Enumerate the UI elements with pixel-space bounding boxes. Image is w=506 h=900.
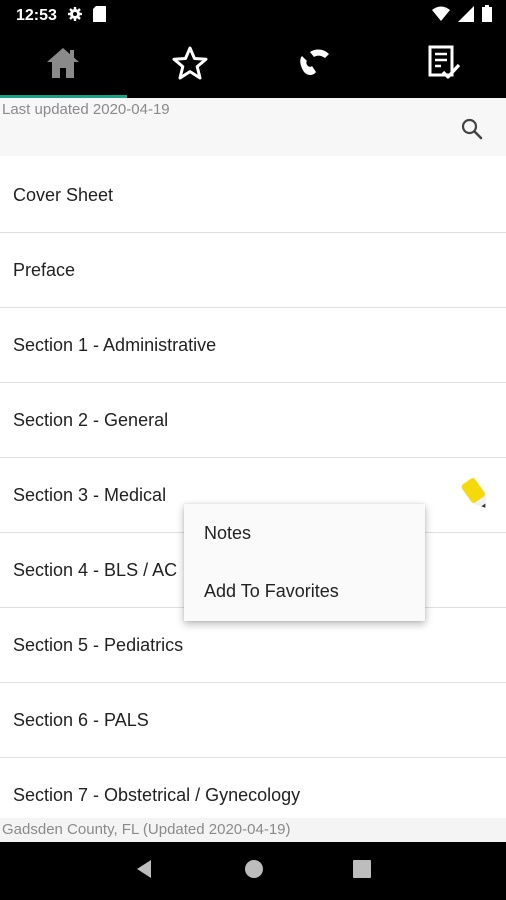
home-circle-icon[interactable] (244, 859, 264, 884)
tab-favorites[interactable] (127, 32, 254, 98)
list-item[interactable]: Cover Sheet (0, 158, 506, 233)
tab-checklist[interactable] (380, 32, 506, 98)
menu-item-label: Add To Favorites (204, 580, 339, 601)
recents-icon[interactable] (353, 859, 372, 883)
pencil-icon[interactable] (455, 474, 495, 517)
list-item-label: Section 6 - PALS (13, 709, 149, 730)
status-time: 12:53 (16, 7, 57, 24)
list-item-label: Cover Sheet (13, 184, 114, 205)
list-item-label: Section 4 - BLS / AC (13, 559, 178, 580)
wifi-icon (432, 6, 450, 26)
settings-gear-icon (67, 6, 83, 27)
cell-signal-icon (458, 5, 474, 27)
list-item[interactable]: Section 2 - General (0, 383, 506, 458)
search-button[interactable] (460, 117, 484, 146)
status-bar: 12:53 (0, 0, 506, 32)
list-item-label: Section 7 - Obstetrical / Gynecology (13, 784, 301, 805)
tab-bar (0, 32, 506, 98)
system-nav-bar (0, 842, 506, 900)
list-item-label: Section 3 - Medical (13, 484, 167, 505)
phone-icon (298, 46, 334, 85)
list-item[interactable]: Preface (0, 233, 506, 308)
context-menu: Notes Add To Favorites (184, 504, 425, 621)
menu-item-notes[interactable]: Notes (184, 504, 425, 562)
footer-updated-text: Gadsden County, FL (Updated 2020-04-19) (0, 818, 506, 842)
list-item[interactable]: Section 6 - PALS (0, 683, 506, 758)
list-item-label: Preface (13, 259, 76, 280)
star-icon (172, 46, 208, 85)
checklist-icon (425, 45, 461, 86)
subheader: Last updated 2020-04-19 (0, 98, 506, 156)
section-list: Cover Sheet Preface Section 1 - Administ… (0, 158, 506, 833)
battery-icon (482, 5, 492, 27)
list-item-label: Section 1 - Administrative (13, 334, 217, 355)
list-item[interactable]: Section 1 - Administrative (0, 308, 506, 383)
sd-card-icon (92, 5, 106, 27)
tab-contacts[interactable] (253, 32, 380, 98)
list-item-label: Section 2 - General (13, 409, 169, 430)
search-icon (460, 118, 484, 145)
last-updated-text: Last updated 2020-04-19 (2, 101, 170, 118)
menu-item-label: Notes (204, 522, 252, 543)
tab-home[interactable] (0, 32, 127, 98)
back-icon[interactable] (135, 859, 155, 884)
menu-item-add-to-favorites[interactable]: Add To Favorites (184, 562, 425, 620)
home-icon (45, 46, 81, 85)
list-item-label: Section 5 - Pediatrics (13, 634, 184, 655)
